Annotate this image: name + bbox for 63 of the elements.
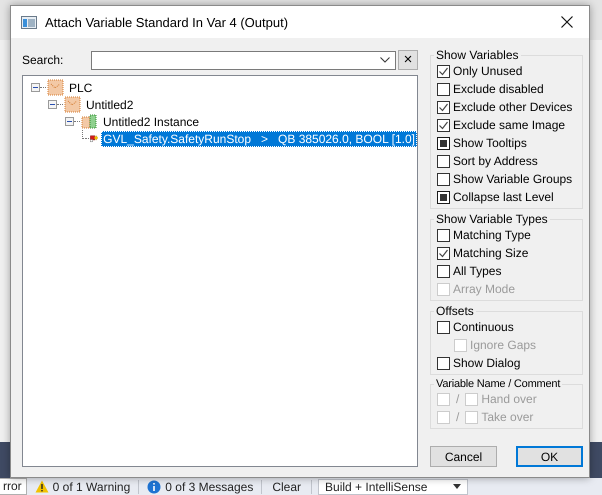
cancel-button[interactable]: Cancel xyxy=(430,446,497,467)
checkbox[interactable] xyxy=(437,154,450,168)
collapse-toggle[interactable] xyxy=(48,100,57,109)
checkbox-label: Sort by Address xyxy=(453,154,538,168)
tree-item[interactable]: Untitled2 Instance xyxy=(101,114,202,130)
checkbox[interactable] xyxy=(437,100,450,114)
group-title: Show Variable Types xyxy=(435,212,549,226)
checkbox-label: Array Mode xyxy=(453,282,516,296)
checkbox-label: Exclude same Image xyxy=(453,118,566,132)
tree-item[interactable]: PLC xyxy=(67,80,94,96)
checkbox-label: Continuous xyxy=(453,320,514,334)
checkbox-label: Exclude disabled xyxy=(453,82,544,96)
clear-search-button[interactable]: × xyxy=(398,50,418,70)
checkbox[interactable] xyxy=(437,82,450,96)
chevron-down-icon xyxy=(380,57,390,63)
separator-text: / xyxy=(456,410,460,424)
dotted-box-icon xyxy=(64,96,81,113)
checkbox-label: Take over xyxy=(481,410,534,424)
warning-filter[interactable]: 0 of 1 Warning xyxy=(52,480,130,494)
checkbox-label: Show Variable Groups xyxy=(453,172,572,186)
checkbox[interactable] xyxy=(437,190,450,204)
checkbox[interactable] xyxy=(437,118,450,132)
checkbox-label: Collapse last Level xyxy=(453,190,554,204)
dotted-box-icon xyxy=(47,79,64,96)
group-title: Variable Name / Comment xyxy=(435,378,562,390)
warning-icon xyxy=(34,480,49,493)
checkbox[interactable] xyxy=(437,64,450,78)
checkbox-label: Exclude other Devices xyxy=(453,100,572,114)
group-title: Show Variables xyxy=(435,48,520,62)
checkbox[interactable] xyxy=(437,320,450,334)
checkbox[interactable] xyxy=(437,136,450,150)
window-icon xyxy=(21,16,37,28)
collapse-toggle[interactable] xyxy=(31,83,40,92)
tree-item[interactable]: Untitled2 xyxy=(84,96,136,112)
checkbox-label: Hand over xyxy=(481,392,537,406)
checkbox-label: Show Dialog xyxy=(453,356,520,370)
search-label: Search: xyxy=(22,53,64,67)
clear-button[interactable]: Clear xyxy=(262,480,312,494)
checkbox[interactable] xyxy=(437,356,450,370)
window-title: Attach Variable Standard In Var 4 (Output) xyxy=(45,14,290,30)
tree-item[interactable]: GVL_Safety.SafetyRunStop > QB 385026.0, BOOL [1.0] xyxy=(101,130,417,146)
checkbox-label: Matching Size xyxy=(453,246,528,260)
close-icon[interactable] xyxy=(561,16,573,28)
checkbox[interactable] xyxy=(437,228,450,242)
group-title: Offsets xyxy=(435,304,475,318)
caret-icon xyxy=(453,484,462,489)
search-field[interactable] xyxy=(91,50,396,70)
checkbox-label: Ignore Gaps xyxy=(470,338,536,352)
ok-button[interactable]: OK xyxy=(516,446,583,467)
checkbox-label: Only Unused xyxy=(453,64,522,78)
message-filter[interactable]: 0 of 3 Messages xyxy=(165,480,254,494)
checkbox[interactable] xyxy=(437,264,450,278)
checkbox[interactable] xyxy=(437,172,450,186)
checkbox-label: Show Tooltips xyxy=(453,136,527,150)
checkbox-label: All Types xyxy=(453,264,502,278)
checkbox-label: Matching Type xyxy=(453,228,531,242)
checkbox[interactable] xyxy=(437,246,450,260)
info-icon xyxy=(147,480,162,494)
separator-text: / xyxy=(456,392,460,406)
collapse-toggle[interactable] xyxy=(65,117,74,126)
error-filter[interactable]: rror xyxy=(0,478,27,495)
build-dropdown[interactable]: Build + IntelliSense xyxy=(318,478,468,494)
dotted-box-icon xyxy=(81,113,98,130)
